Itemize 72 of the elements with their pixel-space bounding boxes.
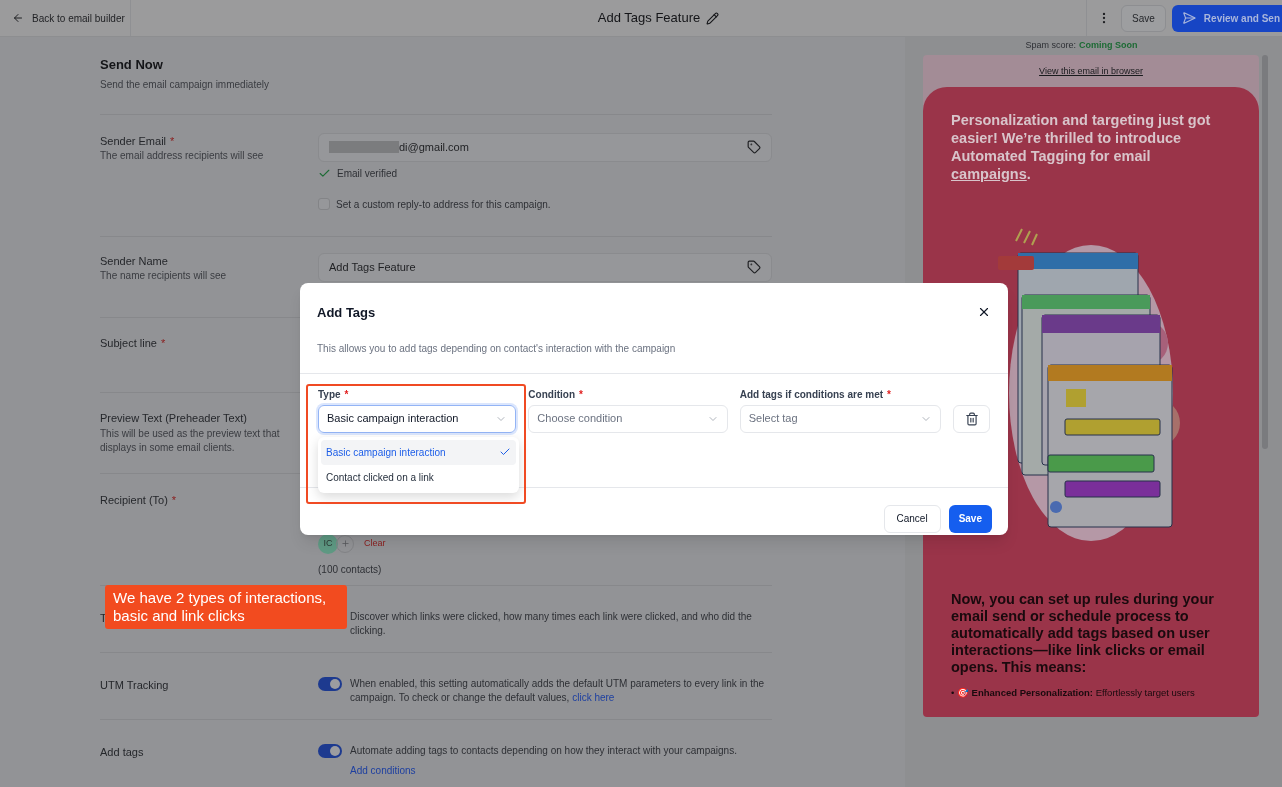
select-field[interactable]: Choose condition (528, 404, 728, 433)
section-title: Send Now (100, 56, 164, 74)
field-label: Preview Text (Preheader Text) (100, 411, 247, 426)
field-description: This will be used as the preview text that displays in some email clients. (100, 426, 281, 455)
trash-icon (964, 411, 979, 426)
field-label: Subject line (100, 336, 157, 351)
view-in-browser-link[interactable]: View this email in browser (1039, 65, 1143, 79)
checkbox-label: Set a custom reply-to address for this campaign. (336, 197, 551, 212)
close-icon[interactable] (977, 305, 991, 319)
field-label: Condition (528, 387, 575, 402)
spam-score-label: Spam score: (1025, 39, 1076, 51)
verified-text: Email verified (337, 167, 398, 181)
campaigns-link[interactable]: campaigns (951, 165, 1027, 182)
type-select[interactable]: Basic campaign interaction (318, 404, 517, 433)
required-asterisk: * (579, 387, 583, 402)
field-value: Add Tags Feature (329, 259, 416, 275)
required-asterisk: * (171, 492, 177, 508)
contacts-count: (100 contacts) (318, 562, 383, 577)
contact-avatar: IC (318, 533, 338, 554)
pencil-icon[interactable] (706, 11, 720, 25)
select-value: Choose condition (537, 411, 623, 427)
field-label: Add tags if conditions are met (739, 387, 884, 402)
field-label: UTM Tracking (100, 677, 169, 693)
email-headline: Personalization and targeting just got easier! We’re thrilled to introduce Automated Tagging for email campaigns. (951, 110, 1212, 183)
redaction-bar (329, 141, 399, 153)
select-field[interactable]: Select tag (739, 404, 941, 433)
modal-description: This allows you to add tags depending on contact's interaction with the campaign (317, 342, 676, 354)
click-here-link[interactable]: click here (572, 691, 615, 703)
required-asterisk: * (344, 387, 349, 402)
annotation-callout: We have 2 types of interactions, basic and link clicks (105, 585, 347, 629)
setting-description: Discover which links were clicked, how many times each link were clicked, and who did the clicking. (350, 609, 753, 638)
setting-description: When enabled, this setting automatically adds the default UTM parameters to every link in the campaign. To check or change the default values, click here (350, 676, 766, 705)
check-icon (318, 167, 331, 180)
field-description: The email address recipients will see (100, 149, 265, 163)
send-icon (1181, 11, 1196, 25)
email-bullet: • 🎯 Enhanced Personalization: Effortlessly target users (951, 685, 1196, 700)
delete-button[interactable] (953, 404, 990, 433)
select-value: Select tag (748, 411, 798, 427)
field-label: Recipient (To) (100, 492, 168, 508)
tag-icon[interactable] (747, 260, 761, 274)
sender-name-field[interactable]: Add Tags Feature (318, 252, 772, 282)
required-asterisk: * (160, 336, 166, 351)
dropdown-option[interactable]: Contact clicked on a link (321, 464, 516, 490)
add-conditions-link[interactable]: Add conditions (350, 762, 737, 778)
required-asterisk: * (170, 133, 175, 149)
back-link[interactable]: Back to email builder (32, 10, 125, 26)
field-label: Type (318, 387, 341, 402)
tag-icon[interactable] (747, 140, 761, 154)
field-label: Sender Email (100, 133, 167, 149)
field-description: The name recipients will see (100, 269, 228, 283)
modal-title: Add Tags (317, 304, 376, 322)
select-value: Basic campaign interaction (327, 411, 459, 427)
review-send-button[interactable]: Review and Sen (1171, 4, 1282, 32)
back-arrow-icon[interactable] (12, 12, 24, 24)
field-label: Sender Name (100, 253, 168, 269)
toggle-switch[interactable] (318, 676, 342, 691)
clear-link[interactable]: Clear (364, 536, 386, 551)
save-button[interactable]: Save (948, 504, 992, 533)
email-value: di@gmail.com (399, 139, 469, 155)
cancel-button[interactable]: Cancel (883, 504, 941, 533)
save-button[interactable]: Save (1121, 4, 1166, 32)
field-label: Add tags (100, 744, 144, 760)
check-icon (499, 446, 511, 458)
dropdown-option[interactable]: Basic campaign interaction (321, 439, 516, 465)
page-title: Add Tags Feature (597, 9, 701, 28)
required-asterisk: * (887, 387, 891, 402)
setting-description: Automate adding tags to contacts depending on how they interact with your campaigns. (350, 743, 737, 758)
section-subtitle: Send the email campaign immediately (100, 77, 270, 92)
toggle-switch[interactable] (318, 743, 342, 758)
email-body-heading: Now, you can set up rules during your email send or schedule process to automatically add tags based on user interactions—like link clicks or email opens. This means: (951, 590, 1215, 676)
spam-score-value: Coming Soon (1079, 39, 1138, 51)
sender-email-field[interactable]: di@gmail.com (318, 132, 772, 162)
